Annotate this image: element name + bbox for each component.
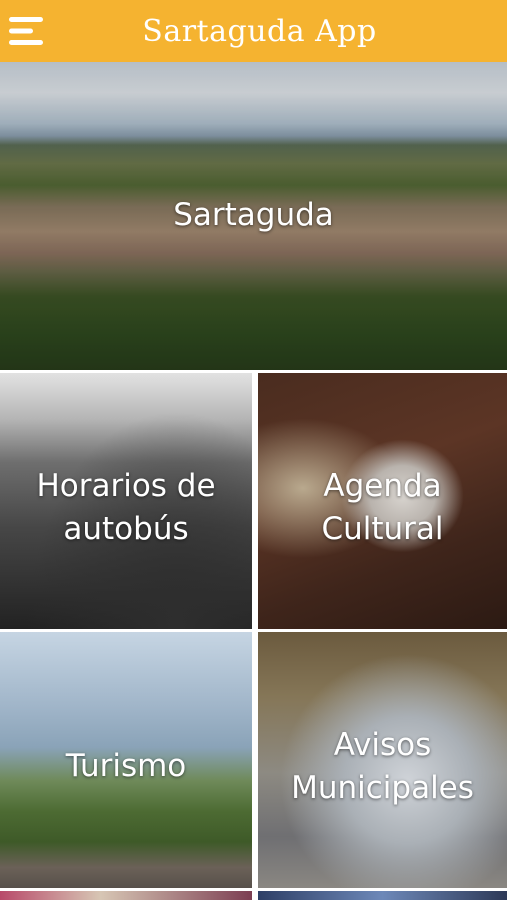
menu-button[interactable] (8, 14, 44, 48)
tile-label-horarios-autobus: Horarios de autobús (36, 468, 216, 547)
tile-label-turismo: Turismo (65, 748, 187, 784)
app-header: Sartaguda App (0, 0, 507, 62)
tile-label-sartaguda: Sartaguda (173, 197, 334, 233)
hamburger-menu-icon (9, 17, 43, 45)
partial-photo (258, 891, 507, 900)
tile-turismo[interactable]: Turismo (0, 632, 252, 888)
tile-partial-left[interactable] (0, 891, 252, 900)
tile-label-agenda-cultural: Agenda Cultural (321, 468, 444, 547)
tile-sartaguda[interactable]: Sartaguda (0, 62, 507, 370)
app-title: Sartaguda App (142, 13, 377, 49)
tile-horarios-autobus[interactable]: Horarios de autobús (0, 373, 252, 629)
tile-avisos-municipales[interactable]: Avisos Municipales (258, 632, 507, 888)
tile-partial-right[interactable] (258, 891, 507, 900)
partial-photo (0, 891, 252, 900)
tile-label-avisos-municipales: Avisos Municipales (291, 727, 474, 806)
tile-agenda-cultural[interactable]: Agenda Cultural (258, 373, 507, 629)
